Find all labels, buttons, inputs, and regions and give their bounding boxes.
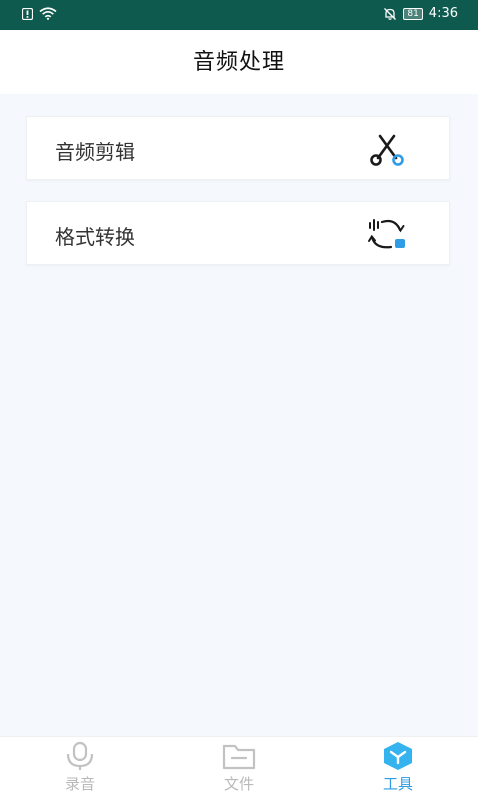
notification-icon [22,7,33,20]
tab-record[interactable]: 录音 [20,737,140,799]
tab-files[interactable]: 文件 [179,737,299,799]
status-bar: 81 4:36 [0,0,478,30]
page-title: 音频处理 [192,50,285,75]
tab-label: 录音 [64,775,95,793]
tool-card-audio-edit[interactable]: 音频剪辑 [26,116,450,180]
tab-label: 文件 [223,775,254,793]
folder-icon [222,744,256,770]
tab-tools[interactable]: 工具 [338,737,458,799]
status-right: 81 4:36 [383,6,458,21]
page-header: 音频处理 [0,30,478,94]
status-time: 4:36 [428,6,458,21]
status-left [22,7,57,20]
scissors-icon [370,134,404,166]
convert-icon [368,219,405,249]
tool-card-label: 音频剪辑 [55,140,135,164]
microphone-icon [66,741,94,770]
mute-bell-icon [384,7,397,20]
tab-label: 工具 [382,775,413,793]
tool-card-label: 格式转换 [55,225,135,249]
tool-card-format-convert[interactable]: 格式转换 [26,201,450,265]
wifi-icon [39,7,57,20]
toolbox-icon [384,742,412,770]
bottom-tab-bar: 录音 文件 工具 [0,736,478,799]
battery-indicator: 81 [403,7,423,20]
